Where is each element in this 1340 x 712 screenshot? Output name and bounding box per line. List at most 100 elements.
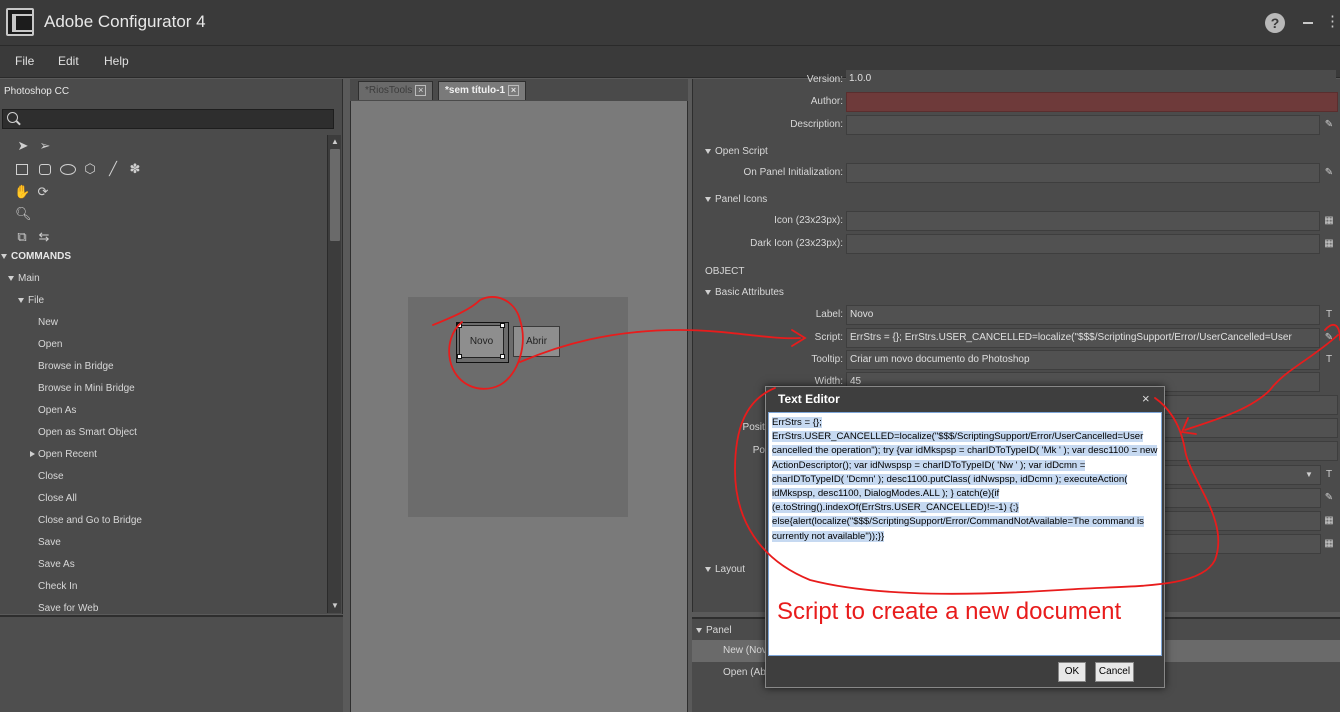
selection-handle[interactable] <box>500 354 505 359</box>
tree-item-close-and-go-to-bridge[interactable]: Close and Go to Bridge <box>38 515 142 526</box>
property-field[interactable] <box>1163 534 1321 554</box>
select-arrow-icon[interactable]: ➤ <box>16 139 30 153</box>
text-format-icon[interactable]: T <box>1323 354 1335 366</box>
tree-main[interactable]: Main <box>8 273 40 284</box>
text-format-icon[interactable]: T <box>1323 309 1335 321</box>
dark-icon-field[interactable] <box>846 234 1320 254</box>
property-dropdown[interactable] <box>1163 465 1321 485</box>
dark-icon-label: Dark Icon (23x23px): <box>750 238 843 249</box>
label-field[interactable]: Novo <box>846 305 1320 325</box>
selection-handle[interactable] <box>457 354 462 359</box>
version-label: Version: <box>806 74 843 85</box>
scroll-down-icon[interactable]: ▼ <box>331 601 339 610</box>
panel-title: Photoshop CC <box>4 86 70 97</box>
tree-item-browse-in-mini-bridge[interactable]: Browse in Mini Bridge <box>38 383 135 394</box>
tree-item-open-as[interactable]: Open As <box>38 405 76 416</box>
property-field[interactable] <box>1163 441 1338 461</box>
tree-file[interactable]: File <box>18 295 44 306</box>
selection-handle[interactable] <box>457 323 462 328</box>
author-field[interactable] <box>846 92 1338 112</box>
polygon-icon[interactable]: ⬡ <box>83 162 97 176</box>
search-input[interactable] <box>2 109 334 129</box>
direct-select-arrow-icon[interactable]: ➢ <box>38 139 52 153</box>
tab-riostools[interactable]: *RiosTools × <box>358 81 434 100</box>
tooltip-label: Tooltip: <box>811 354 843 365</box>
tree-item-save-for-web[interactable]: Save for Web <box>38 603 98 614</box>
chevron-down-icon[interactable]: ▼ <box>1303 469 1315 481</box>
tree-scrollbar[interactable]: ▲ ▼ <box>327 135 341 613</box>
panel-tree-root[interactable]: Panel <box>696 625 732 636</box>
rounded-rectangle-icon[interactable] <box>38 163 52 177</box>
selection-handle[interactable] <box>500 323 505 328</box>
ellipse-icon[interactable] <box>59 163 77 177</box>
rotate-view-icon[interactable]: ⟳ <box>36 185 50 199</box>
property-field[interactable] <box>1163 488 1321 508</box>
tree-item-open-as-smart-object[interactable]: Open as Smart Object <box>38 427 137 438</box>
edit-pencil-icon[interactable]: ✎ <box>1323 332 1335 344</box>
tree-item-open[interactable]: Open <box>38 339 62 350</box>
property-field[interactable] <box>1163 511 1321 531</box>
description-field[interactable] <box>846 115 1320 135</box>
version-field[interactable]: 1.0.0 <box>846 70 1336 90</box>
edit-pencil-icon[interactable]: ✎ <box>1323 167 1335 179</box>
custom-shape-icon[interactable]: ✽ <box>128 162 142 176</box>
script-textarea[interactable]: ErrStrs = {}; ErrStrs.USER_CANCELLED=loc… <box>768 412 1162 656</box>
label-label: Label: <box>815 309 843 320</box>
tab-sem-titulo-1[interactable]: *sem título-1 × <box>438 81 527 100</box>
property-field[interactable] <box>1163 418 1338 438</box>
novo-button-component[interactable]: Novo <box>456 322 509 363</box>
default-colors-icon[interactable]: ⧉ <box>15 230 29 244</box>
menu-edit[interactable]: Edit <box>58 54 79 68</box>
panel-icons-section[interactable]: Panel Icons <box>705 194 767 205</box>
browse-folder-icon[interactable]: ▦ <box>1323 515 1335 527</box>
menu-help[interactable]: Help <box>104 54 129 68</box>
layout-section[interactable]: Layout <box>705 564 745 575</box>
tree-item-open-recent[interactable]: Open Recent <box>30 449 97 460</box>
scrollbar-thumb[interactable] <box>330 149 340 241</box>
left-bottom-panel <box>0 615 343 712</box>
basic-attributes-section[interactable]: Basic Attributes <box>705 287 784 298</box>
icon-label: Icon (23x23px): <box>774 215 843 226</box>
tab-close-icon[interactable]: × <box>415 85 427 96</box>
tree-item-new[interactable]: New <box>38 317 58 328</box>
property-field[interactable] <box>1163 395 1338 415</box>
text-format-icon[interactable]: T <box>1323 469 1335 481</box>
tab-close-icon[interactable]: × <box>508 85 520 96</box>
close-icon[interactable]: × <box>1142 391 1150 406</box>
tooltip-field[interactable]: Criar um novo documento do Photoshop <box>846 350 1320 370</box>
scroll-up-icon[interactable]: ▲ <box>331 137 339 146</box>
tree-item-check-in[interactable]: Check In <box>38 581 77 592</box>
browse-folder-icon[interactable]: ▦ <box>1323 238 1335 250</box>
menu-file[interactable]: File <box>15 54 34 68</box>
close-window-icon[interactable]: ⋮ <box>1325 14 1340 30</box>
tree-item-browse-in-bridge[interactable]: Browse in Bridge <box>38 361 114 372</box>
panel-tree-item-new[interactable]: New (Nov <box>723 645 767 656</box>
swap-colors-icon[interactable]: ⇆ <box>37 230 51 244</box>
ok-button[interactable]: OK <box>1058 662 1086 682</box>
script-text: ErrStrs = {}; ErrStrs.USER_CANCELLED=loc… <box>772 417 1158 542</box>
tree-commands[interactable]: COMMANDS <box>1 251 71 262</box>
icon-field[interactable] <box>846 211 1320 231</box>
line-icon[interactable]: ╱ <box>106 162 120 176</box>
help-icon[interactable]: ? <box>1265 13 1285 33</box>
browse-folder-icon[interactable]: ▦ <box>1323 215 1335 227</box>
minimize-icon[interactable] <box>1303 22 1313 24</box>
object-heading: OBJECT <box>705 266 745 277</box>
zoom-icon[interactable]: 🔍︎ <box>15 207 32 221</box>
tree-item-save[interactable]: Save <box>38 537 61 548</box>
open-script-section[interactable]: Open Script <box>705 146 768 157</box>
browse-folder-icon[interactable]: ▦ <box>1323 538 1335 550</box>
edit-pencil-icon[interactable]: ✎ <box>1323 119 1335 131</box>
script-field[interactable]: ErrStrs = {}; ErrStrs.USER_CANCELLED=loc… <box>846 328 1320 348</box>
author-label: Author: <box>810 96 843 107</box>
tree-item-close-all[interactable]: Close All <box>38 493 77 504</box>
panel-tree-item-open[interactable]: Open (Ab <box>723 667 766 678</box>
tree-item-close[interactable]: Close <box>38 471 64 482</box>
panel-init-field[interactable] <box>846 163 1320 183</box>
abrir-button-component[interactable]: Abrir <box>513 326 560 357</box>
tree-item-save-as[interactable]: Save As <box>38 559 75 570</box>
rectangle-icon[interactable] <box>15 163 29 177</box>
hand-icon[interactable]: ✋ <box>14 185 30 199</box>
edit-pencil-icon[interactable]: ✎ <box>1323 492 1335 504</box>
cancel-button[interactable]: Cancel <box>1095 662 1134 682</box>
